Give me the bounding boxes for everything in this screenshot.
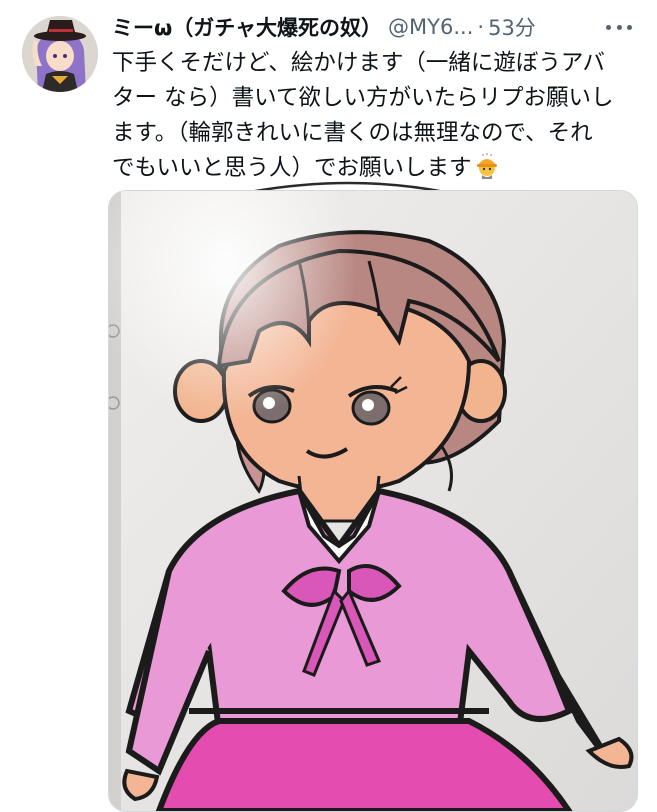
drawing-image bbox=[109, 191, 637, 811]
tweet-media[interactable] bbox=[108, 190, 638, 812]
more-dot bbox=[627, 24, 632, 30]
more-icon[interactable] bbox=[606, 14, 632, 40]
tweet[interactable]: ミーω（ガチャ大爆死の奴） @MY6... · 53分 下手くそだけど、絵かけま… bbox=[0, 0, 657, 812]
tweet-text-line: ター なら）書いて欲しい方がいたらリプお願いし bbox=[112, 85, 614, 111]
avatar[interactable] bbox=[22, 16, 98, 92]
tweet-text-line: 下手くそだけど、絵かけます（一緒に遊ぼうアバ bbox=[112, 50, 605, 76]
separator-dot: · bbox=[477, 15, 485, 39]
tweet-text-line: ます。（輪郭きれいに書くのは無理なので、それ bbox=[112, 120, 593, 146]
display-name[interactable]: ミーω（ガチャ大爆死の奴） bbox=[112, 12, 382, 42]
timestamp[interactable]: 53分 bbox=[488, 12, 536, 42]
tweet-header: ミーω（ガチャ大爆死の奴） @MY6... · 53分 bbox=[112, 10, 642, 44]
more-dot bbox=[606, 24, 611, 30]
tweet-text: 下手くそだけど、絵かけます（一緒に遊ぼうアバ ター なら）書いて欲しい方がいたら… bbox=[112, 46, 640, 190]
avatar-image bbox=[22, 16, 98, 92]
user-handle[interactable]: @MY6... bbox=[388, 15, 473, 39]
construction-worker-emoji bbox=[474, 153, 500, 190]
more-dot bbox=[616, 24, 622, 30]
